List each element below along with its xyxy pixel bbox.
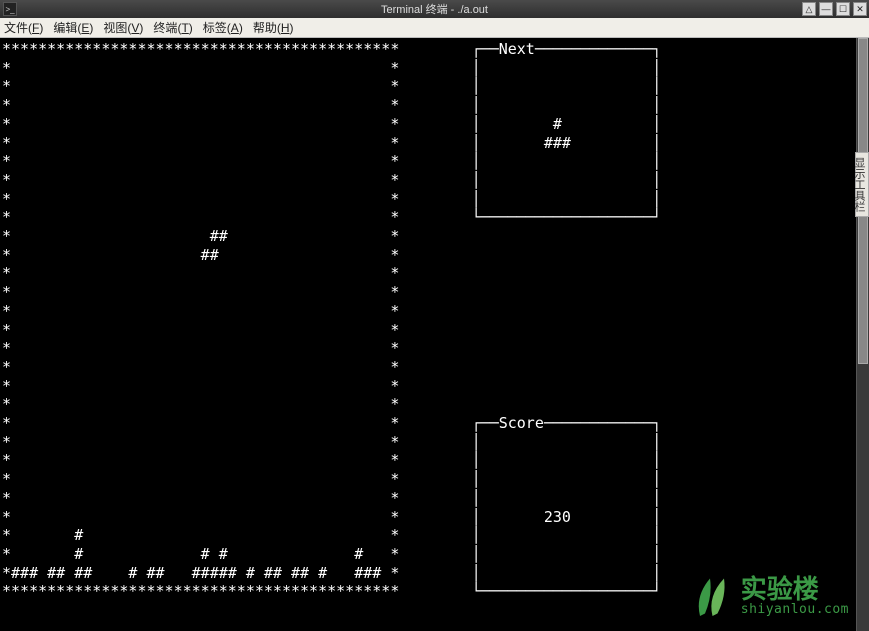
terminal-viewport[interactable]: ****************************************… — [0, 38, 869, 631]
watermark-name-cn: 实验楼 — [741, 576, 849, 603]
close-button[interactable] — [853, 2, 867, 16]
terminal-app-icon: >_ — [3, 2, 17, 16]
watermark-name-en: shiyanlou.com — [741, 603, 849, 617]
menu-file[interactable]: 文件(F) — [4, 19, 43, 36]
maximize-button[interactable] — [836, 2, 850, 16]
leaf-icon — [685, 571, 735, 621]
show-toolbar-tab[interactable]: 显示工具栏 — [855, 152, 869, 217]
menu-tabs[interactable]: 标签(A) — [203, 19, 243, 36]
menu-edit[interactable]: 编辑(E) — [53, 19, 93, 36]
window-title: Terminal 终端 - ./a.out — [381, 1, 488, 17]
menu-help[interactable]: 帮助(H) — [253, 19, 294, 36]
terminal-output: ****************************************… — [2, 40, 661, 601]
minimize-button[interactable] — [819, 2, 833, 16]
shiyanlou-watermark: 实验楼 shiyanlou.com — [685, 571, 849, 621]
menu-view[interactable]: 视图(V) — [103, 19, 143, 36]
window-titlebar: >_ Terminal 终端 - ./a.out — [0, 0, 869, 18]
menu-bar: 文件(F) 编辑(E) 视图(V) 终端(T) 标签(A) 帮助(H) — [0, 18, 869, 38]
vertical-scrollbar[interactable] — [856, 38, 869, 631]
menu-terminal[interactable]: 终端(T) — [153, 19, 192, 36]
rollup-button[interactable] — [802, 2, 816, 16]
